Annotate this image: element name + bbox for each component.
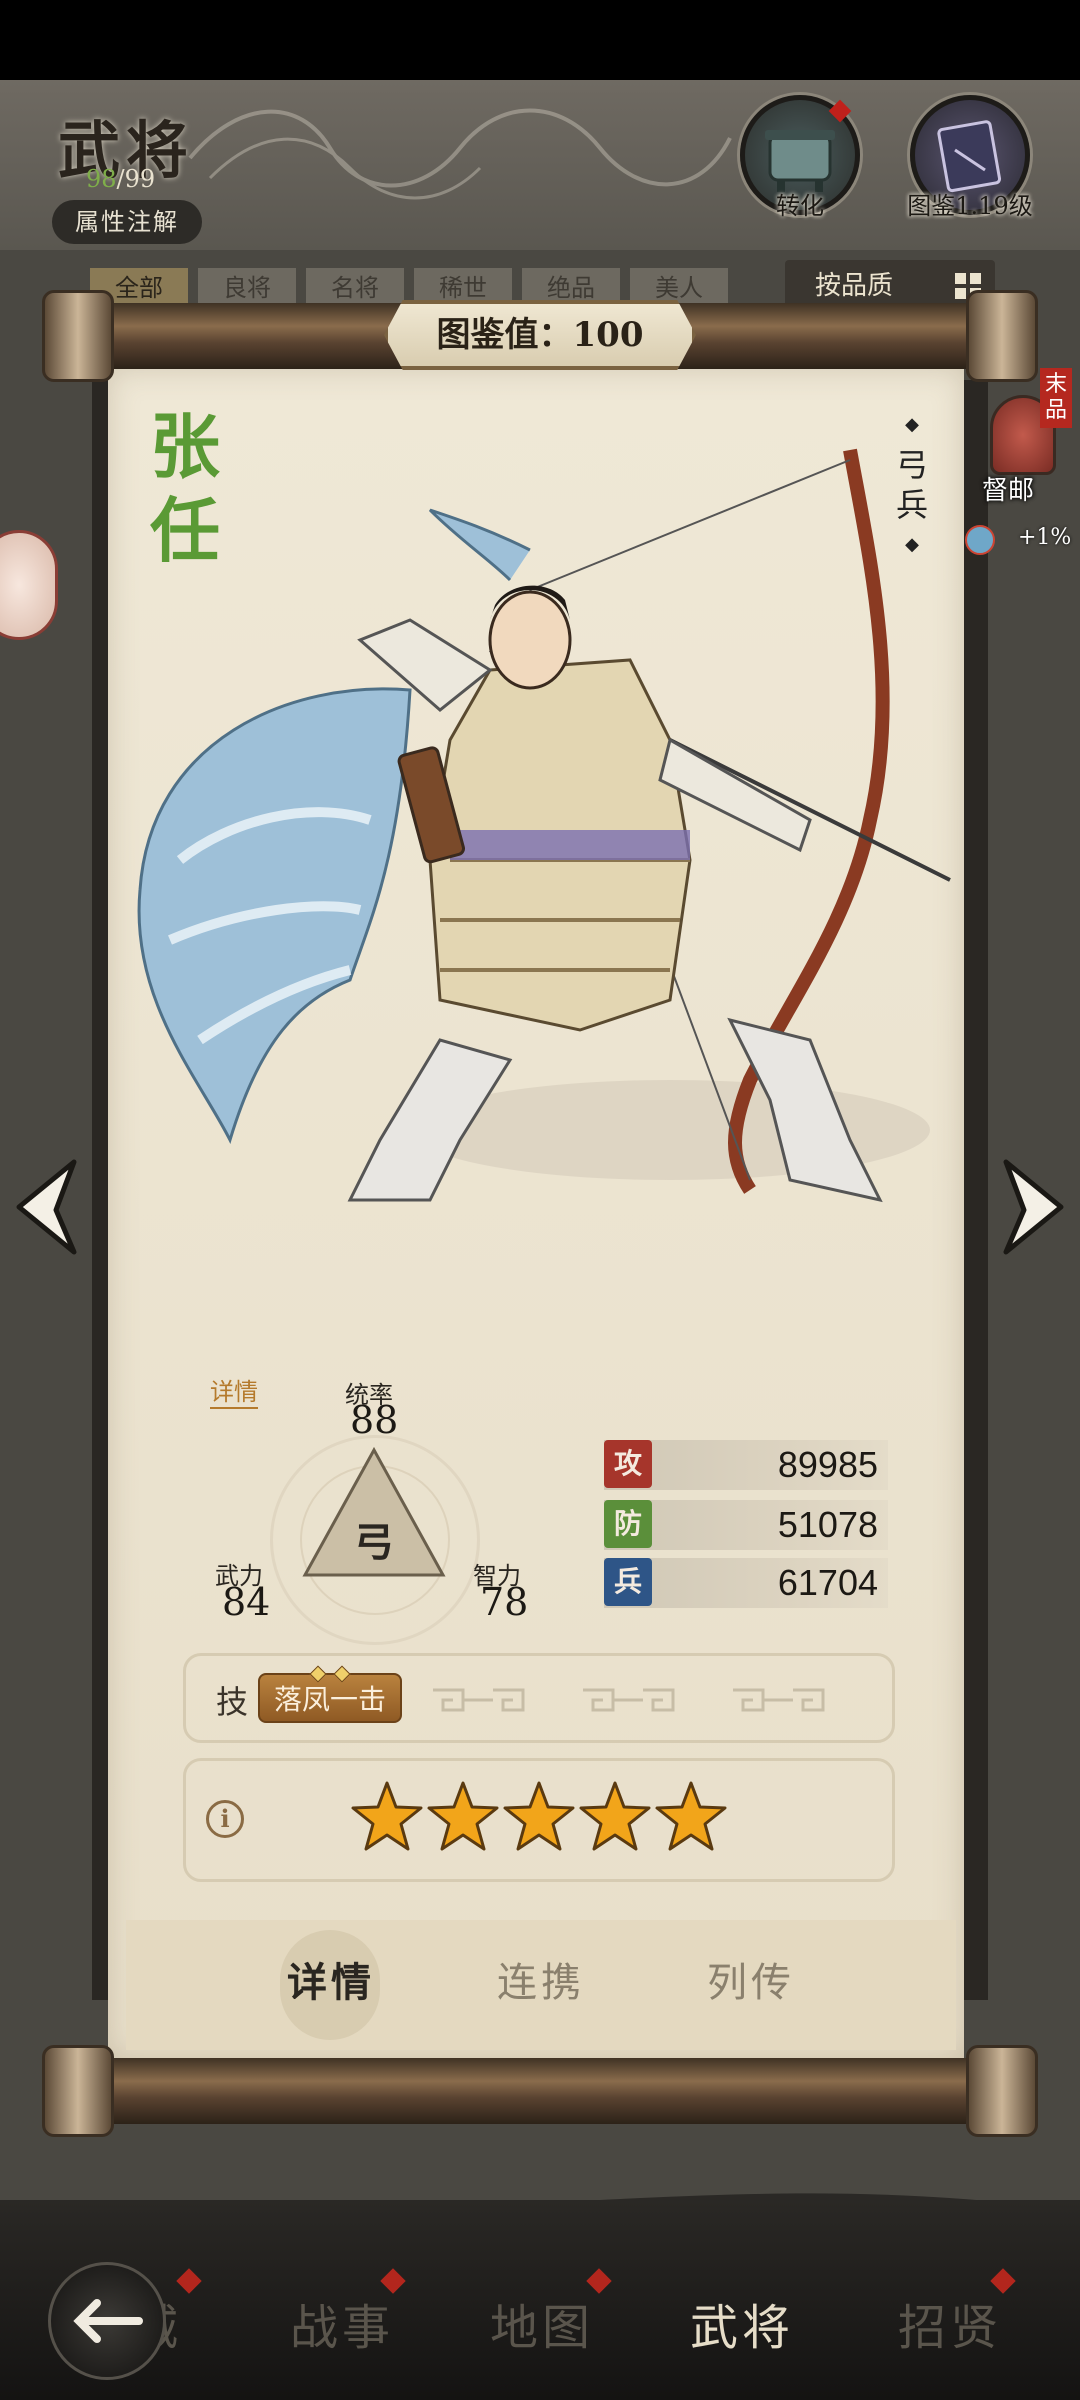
star-icon [579, 1781, 651, 1851]
scroll-cap [966, 2045, 1038, 2137]
nav-map[interactable]: 地图 [490, 2288, 594, 2358]
nav-recruit[interactable]: 招贤 [898, 2288, 1002, 2358]
info-icon[interactable]: i [206, 1800, 244, 1838]
hero-portrait [137, 448, 951, 1203]
sort-label: 按品质 [815, 271, 894, 301]
companion-avatar[interactable] [0, 530, 58, 640]
star-icon [427, 1781, 499, 1851]
status-bar [0, 0, 1080, 80]
filter-tab-famous[interactable]: 名将 [306, 268, 404, 308]
intelligence-value: 78 [480, 1580, 529, 1624]
bonus-icon [965, 525, 995, 555]
unit-type-glyph: 弓 [354, 1519, 394, 1566]
skill-label: 技 [216, 1683, 249, 1721]
filter-tab-good[interactable]: 良将 [198, 268, 296, 308]
attack-row: 攻 89985 [604, 1440, 888, 1490]
cloud-ornament [188, 108, 732, 200]
transform-label: 转化 [776, 192, 824, 220]
defense-row: 防 51078 [604, 1500, 888, 1550]
defense-value: 51078 [777, 1504, 878, 1545]
tab-biography[interactable]: 列传 [707, 1950, 795, 2008]
attribute-notes-button[interactable]: 属性注解 [52, 200, 202, 244]
tab-details[interactable]: 详情 [287, 1950, 375, 2008]
defense-icon: 防 [604, 1500, 652, 1548]
scroll-rod-bottom [52, 2058, 1028, 2124]
scroll-cap [42, 290, 114, 382]
star-icon [503, 1781, 575, 1851]
scroll-cap [42, 2045, 114, 2137]
next-hero-arrow-icon[interactable] [996, 1152, 1076, 1262]
skill-button[interactable]: 落凤一击 [258, 1673, 402, 1723]
troops-row: 兵 61704 [604, 1558, 888, 1608]
stat-details-link[interactable]: 详情 [210, 1372, 258, 1409]
nav-battles[interactable]: 战事 [290, 2288, 394, 2358]
codex-label: 图鉴1.19级 [907, 192, 1033, 220]
empty-skill-slot-icon[interactable] [428, 1685, 528, 1715]
rank-label: 督邮 [982, 476, 1035, 506]
hero-count-current: 98 [86, 165, 117, 193]
nav-heroes[interactable]: 武将 [690, 2288, 794, 2358]
troops-value: 61704 [777, 1562, 878, 1603]
back-arrow-icon [73, 2299, 143, 2343]
bonus-percent: +1% [1018, 525, 1072, 550]
attack-icon: 攻 [604, 1440, 652, 1488]
troops-icon: 兵 [604, 1558, 652, 1606]
hero-count-total: /99 [116, 165, 156, 193]
scroll-cap [966, 290, 1038, 382]
codex-value: 图鉴值：100 [384, 300, 696, 370]
previous-hero-arrow-icon[interactable] [4, 1152, 84, 1262]
empty-skill-slot-icon[interactable] [578, 1685, 678, 1715]
back-button[interactable] [48, 2262, 166, 2380]
empty-skill-slot-icon[interactable] [728, 1685, 828, 1715]
attack-value: 89985 [777, 1444, 878, 1485]
star-icon [655, 1781, 727, 1851]
force-value: 84 [222, 1580, 271, 1624]
star-icon [351, 1781, 423, 1851]
rank-tag: 末品 [1040, 368, 1072, 428]
tab-synergy[interactable]: 连携 [497, 1950, 585, 2008]
leadership-value: 88 [350, 1398, 399, 1442]
hero-count: 98/99 [86, 165, 155, 193]
